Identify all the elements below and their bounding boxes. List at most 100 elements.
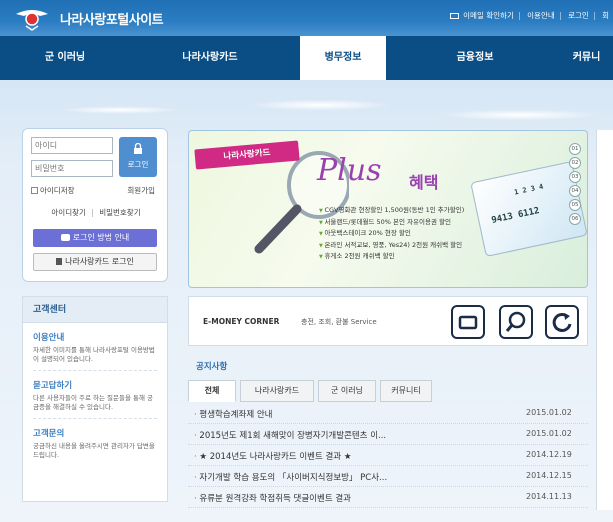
separator: | [593, 11, 596, 20]
refresh-icon [552, 312, 572, 332]
login-guide-button[interactable]: 로그인 방법 안내 [33, 229, 157, 247]
emoney-title: E-MONEY CORNER [203, 317, 280, 326]
card-number: 9413 6112 [490, 205, 541, 226]
notice-row-title[interactable]: 2015년도 제1회 새해맞이 장병자기개발콘텐츠 이... [194, 429, 386, 441]
nav-item-elearning[interactable]: 군 이러닝 [0, 36, 130, 80]
separator: | [559, 11, 562, 20]
cs-item-desc: 다른 사용자들이 주로 하는 질문들을 통해 궁금증을 해결하실 수 있습니다. [33, 394, 154, 411]
join-link[interactable]: 회원가입 [127, 185, 155, 196]
sky-background [0, 80, 613, 130]
top-bar: 나라사랑포털사이트 이메일 확인하기 | 이용안내 | 로그인 | 회 [0, 0, 613, 36]
notice-row-title[interactable]: ★ 2014년도 나라사랑카드 이벤트 결과 ★ [194, 450, 351, 462]
login-button-label: 로그인 [127, 160, 149, 169]
utility-link-guide[interactable]: 이용안내 [527, 11, 555, 20]
utility-link-login[interactable]: 로그인 [568, 11, 589, 20]
nav-item-finance[interactable]: 금융정보 [400, 36, 550, 80]
cs-item-inquiry[interactable]: 고객문의 궁금하신 내용을 올려주시면 관리자가 답변을 드립니다. [23, 419, 167, 462]
notice-list: 평생학습계좌제 안내 2015.01.02 2015년도 제1회 새해맞이 장병… [188, 403, 588, 508]
emoney-corner: E-MONEY CORNER 충전, 조회, 환불 Service [188, 296, 588, 346]
find-id-link[interactable]: 아이디찾기 [51, 208, 86, 217]
notice-title: 공지사항 [196, 362, 228, 372]
notice-row[interactable]: ★ 2014년도 나라사랑카드 이벤트 결과 ★ 2014.12.19 [188, 445, 588, 466]
card-icon [458, 315, 478, 330]
search-icon [505, 311, 526, 332]
cs-item-desc: 자세한 이미지를 통해 나라사랑포털 이용방법이 설명되어 있습니다. [33, 346, 155, 363]
site-title[interactable]: 나라사랑포털사이트 [60, 9, 164, 28]
benefit-item: 서울랜드/롯데월드 50% 본인 자유이용권 할인 [319, 217, 464, 229]
lock-small-icon [56, 258, 63, 265]
find-separator: | [91, 208, 94, 217]
pager-dot[interactable]: 03 [569, 171, 581, 183]
notice-row[interactable]: 자기개발 학습 용도의 「사이버지식정보방」 PC사... 2014.12.15 [188, 466, 588, 487]
notice-row[interactable]: 평생학습계좌제 안내 2015.01.02 [188, 403, 588, 424]
benefit-item: 아웃백스테이크 20% 현장 할인 [319, 228, 464, 240]
notice-row-title[interactable]: 유류분 원격강좌 학점취득 댓글이벤트 결과 [194, 492, 351, 504]
pager-dot[interactable]: 05 [569, 199, 581, 211]
tab-all[interactable]: 전체 [188, 380, 236, 402]
notice-tabs: 전체 나라사랑카드 군 이러닝 커뮤니티 [188, 380, 588, 402]
login-box: 로그인 아이디저장 회원가입 아이디찾기 | 비밀번호찾기 로그인 방법 안내 … [22, 128, 168, 282]
nav-item-card[interactable]: 나라사랑카드 [130, 36, 290, 80]
nav-item-community[interactable]: 커뮤니 [560, 36, 613, 80]
notice-row[interactable]: 유류분 원격강좌 학점취득 댓글이벤트 결과 2014.11.13 [188, 487, 588, 508]
notice-row-date: 2015.01.02 [526, 429, 572, 438]
notice-row-title[interactable]: 평생학습계좌제 안내 [194, 408, 272, 420]
card-login-button[interactable]: 나라사랑카드 로그인 [33, 253, 157, 271]
notice-row-date: 2014.12.19 [526, 450, 572, 459]
tab-elearning[interactable]: 군 이러닝 [318, 380, 376, 402]
promo-banner[interactable]: 나라사랑카드 Plus 혜택 CGV영화관 현장할인 1,500원(동반 1인 … [188, 130, 588, 288]
find-account-row: 아이디찾기 | 비밀번호찾기 [23, 207, 169, 218]
notice-row[interactable]: 2015년도 제1회 새해맞이 장병자기개발콘텐츠 이... 2015.01.0… [188, 424, 588, 445]
lock-icon [134, 143, 142, 154]
emoney-subtitle: 충전, 조회, 환불 Service [301, 318, 377, 326]
benefit-item: 온라인 서적교보, 영풍, Yes24) 2천원 캐쉬백 할인 [319, 240, 464, 252]
chat-icon [60, 234, 70, 241]
utility-link-join[interactable]: 회 [602, 11, 609, 20]
id-input[interactable] [31, 137, 113, 154]
notice-row-date: 2015.01.02 [526, 408, 572, 417]
pager-dot[interactable]: 01 [569, 143, 581, 155]
right-sidebar-edge [596, 130, 613, 510]
login-button[interactable]: 로그인 [119, 137, 157, 177]
cs-item-guide[interactable]: 이용안내 자세한 이미지를 통해 나라사랑포털 이용방법이 설명되어 있습니다. [23, 323, 167, 366]
utility-links: 이메일 확인하기 | 이용안내 | 로그인 | 회 [448, 10, 609, 21]
main-nav: 군 이러닝 나라사랑카드 병무정보 금융정보 커뮤니 [0, 36, 613, 80]
emoney-refresh-button[interactable] [545, 305, 579, 339]
cs-item-heading: 고객문의 [33, 429, 65, 439]
save-id-label[interactable]: 아이디저장 [40, 186, 75, 195]
emoney-card-button[interactable] [451, 305, 485, 339]
cs-item-heading: 이용안내 [33, 333, 65, 343]
cs-item-qna[interactable]: 묻고답하기 다른 사용자들이 주로 하는 질문들을 통해 궁금증을 해결하실 수… [23, 371, 167, 414]
cs-item-heading: 묻고답하기 [33, 381, 73, 391]
card-login-label: 나라사랑카드 로그인 [65, 257, 134, 266]
password-input[interactable] [31, 160, 113, 177]
banner-pager: 01 02 03 04 05 06 [569, 143, 585, 227]
utility-link-email[interactable]: 이메일 확인하기 [463, 11, 514, 20]
card-number-top: 1 2 3 4 [513, 182, 544, 197]
separator: | [518, 11, 521, 20]
save-id-row: 아이디저장 회원가입 [31, 185, 161, 196]
pager-dot[interactable]: 06 [569, 213, 581, 225]
save-id-checkbox[interactable] [31, 187, 38, 194]
mail-icon [450, 13, 460, 19]
benefit-item: CGV영화관 현장할인 1,500원(동반 1인 추가할인) [319, 205, 464, 217]
pager-dot[interactable]: 02 [569, 157, 581, 169]
cs-item-desc: 궁금하신 내용을 올려주시면 관리자가 답변을 드립니다. [33, 442, 155, 459]
customer-center: 고객센터 이용안내 자세한 이미지를 통해 나라사랑포털 이용방법이 설명되어 … [22, 296, 168, 502]
tab-community[interactable]: 커뮤니티 [380, 380, 432, 402]
find-password-link[interactable]: 비밀번호찾기 [99, 208, 140, 217]
tab-card[interactable]: 나라사랑카드 [240, 380, 314, 402]
pager-dot[interactable]: 04 [569, 185, 581, 197]
benefit-item: 휴게소 2천원 캐쉬백 할인 [319, 251, 464, 263]
notice-row-date: 2014.12.15 [526, 471, 572, 480]
notice-row-title[interactable]: 자기개발 학습 용도의 「사이버지식정보방」 PC사... [194, 471, 387, 483]
emoney-search-button[interactable] [499, 305, 533, 339]
promo-benefit-word: 혜택 [409, 173, 439, 192]
notice-row-date: 2014.11.13 [526, 492, 572, 501]
site-logo-icon[interactable] [14, 4, 50, 32]
benefit-list: CGV영화관 현장할인 1,500원(동반 1인 추가할인) 서울랜드/롯데월드… [319, 205, 464, 263]
nav-item-military-info[interactable]: 병무정보 [300, 36, 386, 80]
login-guide-label: 로그인 방법 안내 [72, 233, 130, 242]
customer-center-title: 고객센터 [23, 297, 167, 323]
promo-plus-text: Plus [317, 153, 382, 188]
